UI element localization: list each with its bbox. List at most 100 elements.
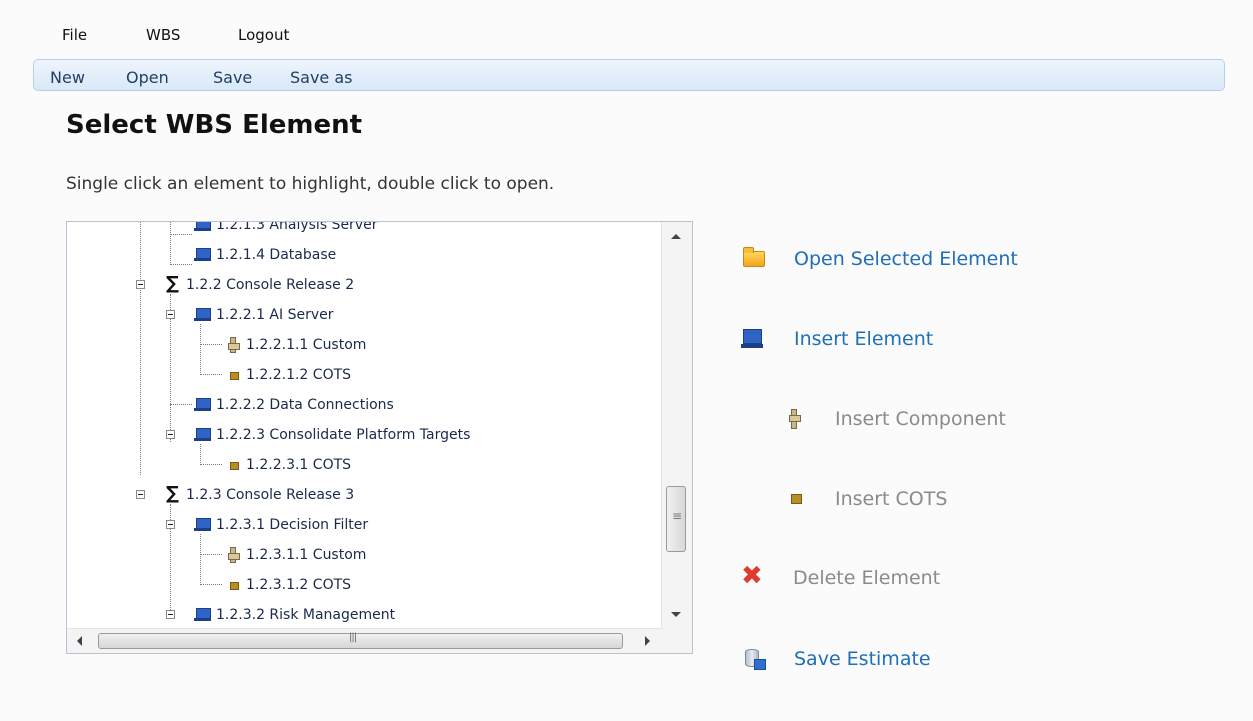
tree-node-label: 1.2.2.2 Data Connections xyxy=(216,397,394,413)
page-title: Select WBS Element xyxy=(66,110,363,140)
scroll-up-arrow-icon[interactable] xyxy=(671,234,681,239)
tree-guide-line xyxy=(170,264,192,265)
tree-guide-line xyxy=(170,234,192,235)
open-selected-element-label: Open Selected Element xyxy=(794,248,1018,270)
delete-x-icon: ✖ xyxy=(741,561,763,591)
scroll-right-arrow-icon[interactable] xyxy=(645,636,650,646)
tree-node[interactable]: 1.2.3.1.2 COTS xyxy=(224,575,351,595)
tree-node-label: 1.2.1.3 Analysis Server xyxy=(216,222,378,233)
tree-node[interactable]: 1.2.3.1 Decision Filter xyxy=(194,515,368,535)
tree-node[interactable]: 1.2.2.1.2 COTS xyxy=(224,365,351,385)
scroll-down-arrow-icon[interactable] xyxy=(671,612,681,617)
insert-component-label: Insert Component xyxy=(835,408,1006,430)
tree-rows: 1.2.1.3 Analysis Server 1.2.1.4 Database… xyxy=(67,222,662,629)
tree-guide-line xyxy=(200,374,222,375)
menu-logout[interactable]: Logout xyxy=(238,26,289,44)
tree-node-label: 1.2.2.3 Consolidate Platform Targets xyxy=(216,427,471,443)
tree-node-label: 1.2.2.1.2 COTS xyxy=(246,367,352,383)
server-icon xyxy=(194,427,212,443)
tree-node[interactable]: ∑ 1.2.2 Console Release 2 xyxy=(164,273,355,295)
tree-node[interactable]: 1.2.2.1.1 Custom xyxy=(224,335,366,355)
tree-guide-line xyxy=(200,534,201,585)
menu-bar: File WBS Logout xyxy=(0,0,1253,58)
vertical-scroll-thumb[interactable] xyxy=(666,486,686,552)
expand-toggle[interactable] xyxy=(166,310,175,319)
tree-node[interactable]: 1.2.2.3 Consolidate Platform Targets xyxy=(194,425,470,445)
server-icon xyxy=(194,222,212,233)
instruction-text: Single click an element to highlight, do… xyxy=(66,174,555,194)
toolbar-save-as-button[interactable]: Save as xyxy=(290,68,353,87)
insert-cots-label: Insert COTS xyxy=(835,488,948,510)
tree-node-label: 1.2.3.1.1 Custom xyxy=(246,547,367,563)
tree-guide-line xyxy=(140,222,141,475)
cots-icon xyxy=(224,457,242,473)
expand-toggle[interactable] xyxy=(136,280,145,289)
tree-node[interactable]: 1.2.3.2 Risk Management xyxy=(194,605,395,625)
tree-node[interactable]: 1.2.1.3 Analysis Server xyxy=(194,222,377,235)
tree-node-label: 1.2.2 Console Release 2 xyxy=(186,277,355,293)
tree-guide-line xyxy=(170,222,171,265)
save-estimate-button[interactable]: Save Estimate xyxy=(741,647,971,671)
vertical-scrollbar[interactable] xyxy=(661,222,692,629)
tree-node[interactable]: 1.2.2.3.1 COTS xyxy=(224,455,351,475)
save-estimate-label: Save Estimate xyxy=(794,648,931,670)
expand-toggle[interactable] xyxy=(166,520,175,529)
tree-node-label: 1.2.2.1 AI Server xyxy=(216,307,334,323)
tree-node-label: 1.2.3 Console Release 3 xyxy=(186,487,355,503)
tree-guide-line xyxy=(200,584,222,585)
tree-node[interactable]: 1.2.2.2 Data Connections xyxy=(194,395,394,415)
horizontal-scroll-thumb[interactable] xyxy=(98,632,623,649)
menu-file[interactable]: File xyxy=(62,26,87,44)
server-icon xyxy=(194,247,212,263)
tree-node[interactable]: 1.2.1.4 Database xyxy=(194,245,336,265)
tree-node[interactable]: 1.2.3.1.1 Custom xyxy=(224,545,366,565)
horizontal-scrollbar[interactable] xyxy=(67,628,662,653)
database-save-icon xyxy=(741,647,766,671)
tree-node-label: 1.2.2.1.1 Custom xyxy=(246,337,367,353)
delete-element-label: Delete Element xyxy=(793,567,941,589)
toolbar: New Open Save Save as xyxy=(33,59,1225,91)
tree-node-label: 1.2.1.4 Database xyxy=(216,247,337,263)
tree-guide-line xyxy=(200,444,201,465)
cots-icon xyxy=(224,577,242,593)
tree-guide-line xyxy=(170,404,192,405)
server-icon xyxy=(194,397,212,413)
insert-element-button[interactable]: Insert Element xyxy=(741,327,981,351)
cots-icon xyxy=(785,487,809,511)
sigma-icon: ∑ xyxy=(166,273,179,294)
tree-guide-line xyxy=(200,324,201,375)
insert-element-label: Insert Element xyxy=(794,328,934,350)
server-icon xyxy=(194,307,212,323)
cots-icon xyxy=(224,367,242,383)
tree-guide-line xyxy=(200,464,222,465)
toolbar-new-button[interactable]: New xyxy=(50,68,85,87)
server-icon xyxy=(741,327,765,351)
server-icon xyxy=(194,517,212,533)
insert-cots-button[interactable]: Insert COTS xyxy=(785,487,985,511)
expand-toggle[interactable] xyxy=(166,610,175,619)
component-icon xyxy=(224,337,242,353)
server-icon xyxy=(194,607,212,623)
delete-element-button[interactable]: ✖ Delete Element xyxy=(741,561,971,591)
folder-icon xyxy=(741,247,765,271)
tree-guide-line xyxy=(200,554,222,555)
open-selected-element-button[interactable]: Open Selected Element xyxy=(741,247,1071,271)
scroll-left-arrow-icon[interactable] xyxy=(77,636,82,646)
tree-node-label: 1.2.3.2 Risk Management xyxy=(216,607,396,623)
tree-node-label: 1.2.3.1.2 COTS xyxy=(246,577,352,593)
wbs-tree[interactable]: 1.2.1.3 Analysis Server 1.2.1.4 Database… xyxy=(66,221,693,654)
insert-component-button[interactable]: Insert Component xyxy=(785,407,1045,431)
component-icon xyxy=(785,407,809,431)
scrollbar-corner xyxy=(662,629,692,653)
component-icon xyxy=(224,547,242,563)
toolbar-open-button[interactable]: Open xyxy=(126,68,169,87)
tree-node-label: 1.2.2.3.1 COTS xyxy=(246,457,352,473)
tree-node-label: 1.2.3.1 Decision Filter xyxy=(216,517,369,533)
expand-toggle[interactable] xyxy=(166,430,175,439)
tree-node[interactable]: 1.2.2.1 AI Server xyxy=(194,305,334,325)
menu-wbs[interactable]: WBS xyxy=(146,26,180,44)
tree-guide-line xyxy=(200,344,222,345)
toolbar-save-button[interactable]: Save xyxy=(213,68,252,87)
tree-node[interactable]: ∑ 1.2.3 Console Release 3 xyxy=(164,484,355,505)
expand-toggle[interactable] xyxy=(136,490,145,499)
